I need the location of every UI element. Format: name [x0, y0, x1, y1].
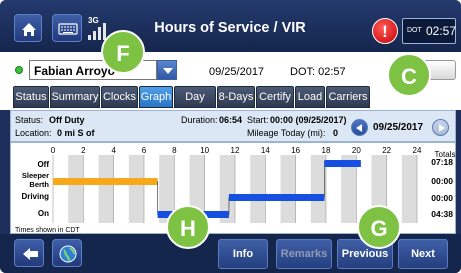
- info-button[interactable]: Info: [218, 239, 268, 269]
- globe-icon: [59, 245, 77, 263]
- home-icon: [22, 23, 36, 36]
- keyboard-button[interactable]: [52, 14, 82, 42]
- callout-f: F: [101, 30, 145, 74]
- tab-day-log[interactable]: Day Log: [174, 86, 216, 123]
- tab-8-days[interactable]: 8-Days: [217, 86, 255, 108]
- graph-date: 09/25/2017: [373, 122, 424, 133]
- back-button[interactable]: [14, 239, 44, 267]
- dot-clock-time: 02:57: [426, 24, 457, 38]
- header-bar: 3G Hours of Service / VIR ! DOT 02:57: [0, 0, 461, 52]
- hour-tick-label: 2: [81, 146, 86, 155]
- next-button[interactable]: Next: [398, 239, 448, 269]
- dot-clock[interactable]: DOT 02:57: [402, 18, 456, 44]
- location-value: 0 mi S of: [57, 128, 95, 138]
- tab-graph[interactable]: Graph: [139, 86, 173, 108]
- hour-column: [250, 155, 266, 223]
- hour-column: [401, 155, 417, 223]
- hour-column: [235, 155, 251, 223]
- hour-tick-label: 16: [291, 146, 300, 155]
- previous-day-button[interactable]: [351, 119, 368, 136]
- duration-label: Duration:: [181, 115, 218, 125]
- callout-g: G: [357, 205, 401, 249]
- hour-tick-label: 20: [352, 146, 361, 155]
- remarks-button[interactable]: Remarks: [276, 239, 332, 269]
- row-total: 04:38: [431, 209, 453, 219]
- row-label: Driving: [21, 192, 49, 201]
- next-day-button[interactable]: [432, 119, 449, 136]
- driver-status-indicator: [15, 66, 23, 74]
- globe-button[interactable]: [52, 239, 82, 267]
- hour-tick-label: 4: [111, 146, 116, 155]
- tab-status[interactable]: Status: [13, 86, 49, 108]
- dot-clock-label: DOT: [407, 27, 422, 34]
- tab-carriers[interactable]: Carriers: [326, 86, 370, 108]
- dot-time: DOT: 02:57: [290, 66, 346, 78]
- row-total: 07:18: [431, 157, 453, 167]
- network-type: 3G: [88, 16, 99, 25]
- keyboard-icon: [58, 23, 78, 35]
- status-value: Off Duty: [49, 115, 85, 125]
- off-duty-segment: [324, 160, 361, 167]
- hour-tick-label: 8: [172, 146, 177, 155]
- start-value: 00:00 (09/25/2017): [270, 115, 347, 125]
- hour-tick-label: 18: [322, 146, 331, 155]
- row-total: 00:00: [431, 193, 453, 203]
- graph-footnote: Times shown in CDT: [15, 227, 80, 234]
- start-label: Start:: [247, 115, 269, 125]
- sleeper-segment: [53, 178, 158, 185]
- hour-tick-label: 24: [413, 146, 422, 155]
- hour-tick-label: 14: [261, 146, 270, 155]
- status-panel: Status: Off Duty Location: 0 mi S of Dur…: [10, 110, 456, 142]
- tab-load[interactable]: Load: [295, 86, 325, 108]
- mileage-value: 0: [333, 128, 339, 138]
- mileage-label: Mileage Today (mi):: [247, 128, 326, 138]
- back-arrow-icon: [23, 248, 38, 260]
- hour-tick-label: 0: [51, 146, 56, 155]
- hour-column: [265, 155, 281, 223]
- hour-column: [144, 155, 160, 223]
- hour-tick-label: 22: [382, 146, 391, 155]
- tab-certify[interactable]: Certify: [256, 86, 294, 108]
- tab-summary[interactable]: Summary: [50, 86, 100, 108]
- hour-column: [83, 155, 99, 223]
- hour-tick-label: 6: [142, 146, 147, 155]
- page-title: Hours of Service / VIR: [154, 20, 306, 36]
- chevron-down-icon[interactable]: [157, 60, 177, 80]
- hour-tick-label: 10: [200, 146, 209, 155]
- row-label: Sleeper: [22, 171, 49, 180]
- status-label: Status:: [15, 115, 44, 125]
- hour-tick-label: 12: [231, 146, 240, 155]
- row-label: Berth: [29, 180, 49, 189]
- hour-column: [128, 155, 144, 223]
- hour-column: [280, 155, 296, 223]
- hour-column: [295, 155, 311, 223]
- tab-clocks[interactable]: Clocks: [101, 86, 138, 108]
- callout-h: H: [166, 205, 210, 249]
- hour-column: [53, 155, 69, 223]
- row-label: On: [38, 209, 49, 218]
- hour-column: [310, 155, 326, 223]
- hour-column: [98, 155, 114, 223]
- alert-icon[interactable]: !: [372, 18, 398, 44]
- row-label: Off: [37, 160, 49, 169]
- home-button[interactable]: [14, 14, 42, 42]
- current-date: 09/25/2017: [209, 66, 265, 78]
- row-total: 00:00: [431, 176, 453, 186]
- hour-column: [113, 155, 129, 223]
- driving-segment: [228, 194, 325, 201]
- callout-c: C: [387, 53, 431, 97]
- duration-value: 06:54: [219, 115, 243, 125]
- hour-column: [68, 155, 84, 223]
- location-label: Location:: [15, 128, 52, 138]
- hos-screen: 3G Hours of Service / VIR ! DOT 02:57 Fa…: [0, 0, 461, 273]
